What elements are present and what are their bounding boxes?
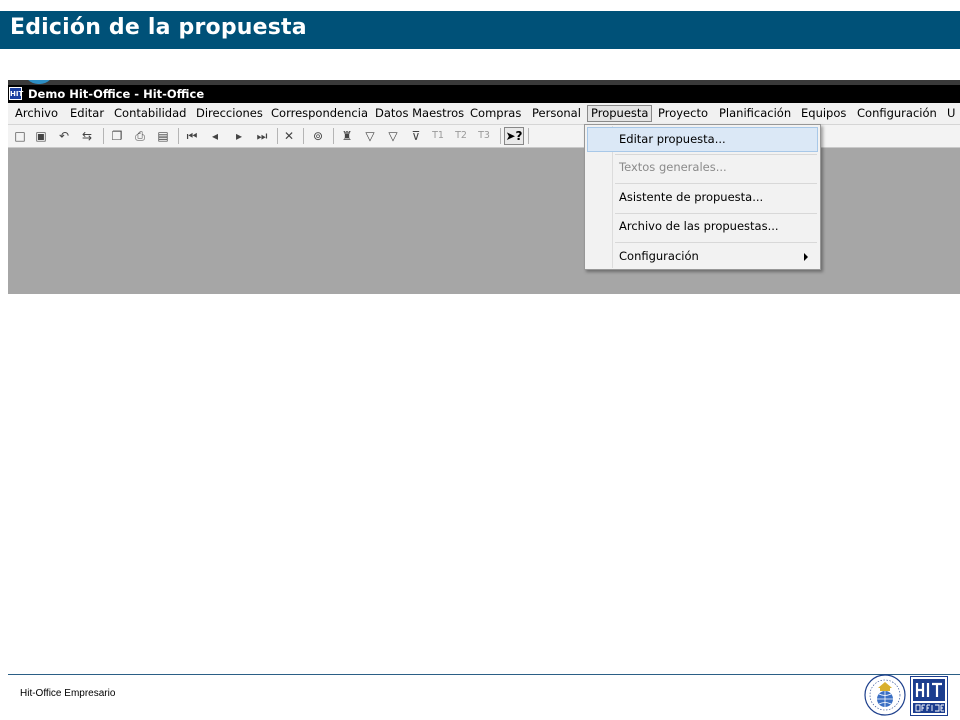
menu-u[interactable]: U: [944, 105, 958, 122]
last-record-icon[interactable]: ⏭: [254, 128, 270, 144]
toolbar-separator: [333, 128, 334, 144]
filter-icon[interactable]: ▽: [362, 128, 378, 144]
filter-remove-icon[interactable]: ⊽: [408, 128, 424, 144]
footer-divider: [8, 674, 960, 675]
toolbar-separator: [528, 128, 529, 144]
menu-direcciones[interactable]: Direcciones: [193, 105, 266, 122]
propuesta-dropdown-menu: Editar propuesta... Textos generales... …: [584, 124, 821, 270]
toolbar-separator: [303, 128, 304, 144]
app-logo-icon[interactable]: HIT: [9, 87, 23, 100]
hit-office-logo-icon: [910, 676, 948, 716]
menu-configuracion[interactable]: Configuración: [854, 105, 940, 122]
window-title: Demo Hit-Office - Hit-Office: [28, 87, 205, 101]
menu-item-editar-propuesta[interactable]: Editar propuesta...: [587, 127, 818, 152]
undo-icon[interactable]: ↶: [56, 128, 72, 144]
menu-archivo[interactable]: Archivo: [12, 105, 61, 122]
start-orb-icon: [24, 80, 54, 84]
find-icon[interactable]: ♜: [339, 128, 355, 144]
menu-divider: [615, 242, 817, 243]
print-icon[interactable]: ⎙: [132, 128, 148, 144]
menu-divider: [615, 183, 817, 184]
certification-seal-icon: [864, 674, 906, 716]
link-icon[interactable]: ⊚: [310, 128, 326, 144]
slide-title: Edición de la propuesta: [10, 15, 307, 40]
redo-icon[interactable]: ⇆: [79, 128, 95, 144]
t2-button[interactable]: T2: [452, 128, 470, 144]
submenu-arrow-icon: [804, 253, 808, 261]
menu-item-configuracion-label: Configuración: [619, 249, 699, 263]
menu-planificacion[interactable]: Planificación: [716, 105, 794, 122]
menu-contabilidad[interactable]: Contabilidad: [111, 105, 189, 122]
menu-item-archivo-propuestas[interactable]: Archivo de las propuestas...: [587, 214, 818, 239]
menu-item-configuracion[interactable]: Configuración: [587, 244, 818, 269]
help-pointer-icon[interactable]: ➤?: [504, 127, 524, 145]
menu-compras[interactable]: Compras: [467, 105, 524, 122]
menu-equipos[interactable]: Equipos: [798, 105, 849, 122]
toolbar-separator: [277, 128, 278, 144]
window-titlebar[interactable]: HIT Demo Hit-Office - Hit-Office: [8, 85, 960, 103]
footer-text: Hit-Office Empresario: [20, 688, 116, 699]
menu-proyecto[interactable]: Proyecto: [655, 105, 711, 122]
delete-icon[interactable]: ✕: [281, 128, 297, 144]
menu-personal[interactable]: Personal: [529, 105, 584, 122]
menu-datos-maestros[interactable]: Datos Maestros: [372, 105, 467, 122]
toolbar-separator: [500, 128, 501, 144]
menu-editar[interactable]: Editar: [67, 105, 107, 122]
menu-propuesta[interactable]: Propuesta: [587, 105, 653, 122]
t1-button[interactable]: T1: [429, 128, 447, 144]
menubar: Archivo Editar Contabilidad Direcciones …: [8, 103, 960, 125]
filter-add-icon[interactable]: ▽: [385, 128, 401, 144]
print-preview-icon[interactable]: ▤: [155, 128, 171, 144]
slide-header-bar: Edición de la propuesta: [0, 11, 960, 49]
arrow-cursor-icon: ➤: [505, 129, 516, 143]
new-icon[interactable]: □: [12, 128, 28, 144]
toolbar-separator: [103, 128, 104, 144]
menu-item-asistente-propuesta[interactable]: Asistente de propuesta...: [587, 185, 818, 210]
toolbar-separator: [178, 128, 179, 144]
help-label: ?: [515, 129, 523, 143]
menu-item-textos-generales[interactable]: Textos generales...: [587, 155, 818, 180]
menu-correspondencia[interactable]: Correspondencia: [268, 105, 371, 122]
first-record-icon[interactable]: ⏮: [184, 128, 200, 144]
save-icon[interactable]: ▣: [33, 128, 49, 144]
next-record-icon[interactable]: ▸: [231, 128, 247, 144]
t3-button[interactable]: T3: [475, 128, 493, 144]
prev-record-icon[interactable]: ◂: [207, 128, 223, 144]
copy-icon[interactable]: ❐: [109, 128, 125, 144]
